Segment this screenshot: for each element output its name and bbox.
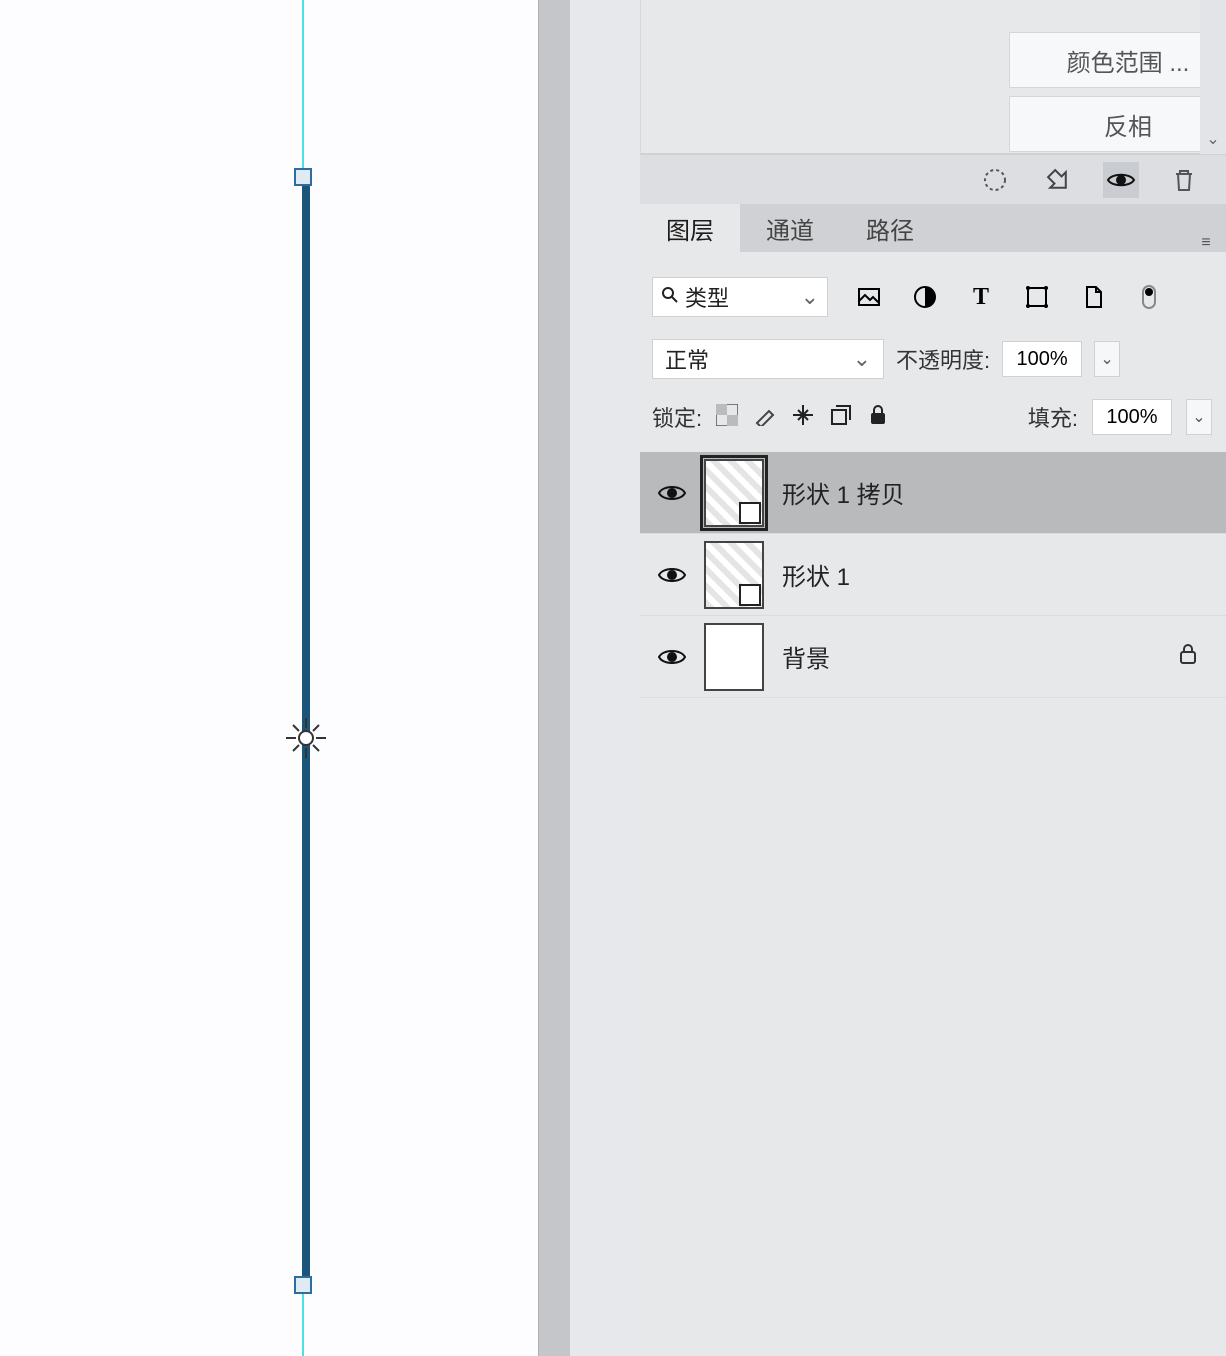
filter-toggle-icon[interactable] <box>1134 282 1164 312</box>
mask-panel: 颜色范围 ... 反相 ⌄ <box>640 0 1226 154</box>
filter-adjustment-icon[interactable] <box>910 282 940 312</box>
invert-button[interactable]: 反相 <box>1009 96 1226 152</box>
lock-label: 锁定: <box>652 401 702 433</box>
panel-tabs: 图层 通道 路径 ≡ <box>640 204 1226 252</box>
tab-channels[interactable]: 通道 <box>740 204 840 252</box>
layer-row[interactable]: 背景 <box>640 616 1226 698</box>
transform-handle-bottom[interactable] <box>294 1276 312 1294</box>
visibility-eye-icon[interactable] <box>658 643 686 671</box>
fill-dropdown-icon[interactable]: ⌄ <box>1186 399 1212 435</box>
transform-handle-top[interactable] <box>294 168 312 186</box>
tab-paths[interactable]: 路径 <box>840 204 940 252</box>
canvas-area[interactable] <box>0 0 538 1356</box>
filter-smart-icon[interactable] <box>1078 282 1108 312</box>
lock-pixels-icon[interactable] <box>754 404 776 431</box>
layer-row[interactable]: 形状 1 拷贝 <box>640 452 1226 534</box>
blend-mode-select[interactable]: 正常 ⌄ <box>652 339 884 379</box>
layer-thumbnail[interactable] <box>704 541 764 609</box>
lock-transparency-icon[interactable] <box>716 404 738 431</box>
lock-row: 锁定: 填充: 100% ⌄ <box>652 394 1212 440</box>
fill-value[interactable]: 100% <box>1092 399 1172 435</box>
panel-menu-icon[interactable]: ≡ <box>1186 234 1226 252</box>
lock-artboard-icon[interactable] <box>830 404 852 431</box>
canvas-gutter <box>538 0 570 1356</box>
layers-list: 形状 1 拷贝 形状 1 背景 <box>640 452 1226 698</box>
layer-type-filter[interactable]: 类型 ⌄ <box>652 277 828 317</box>
visibility-eye-icon[interactable] <box>658 561 686 589</box>
opacity-label: 不透明度: <box>896 343 990 375</box>
apply-mask-icon[interactable] <box>1040 162 1076 198</box>
filter-pixel-icon[interactable] <box>854 282 884 312</box>
lock-position-icon[interactable] <box>792 404 814 431</box>
layer-filter-row: 类型 ⌄ T <box>652 274 1212 320</box>
visibility-eye-icon[interactable] <box>1103 162 1139 198</box>
layer-name[interactable]: 背景 <box>782 639 830 674</box>
blend-mode-value: 正常 <box>665 343 709 375</box>
filter-label: 类型 <box>685 281 729 313</box>
lock-icon <box>1178 643 1198 670</box>
layer-name[interactable]: 形状 1 拷贝 <box>782 475 905 510</box>
trash-icon[interactable] <box>1166 162 1202 198</box>
selection-icon[interactable] <box>977 162 1013 198</box>
layer-thumbnail[interactable] <box>704 459 764 527</box>
filter-text-icon[interactable]: T <box>966 282 996 312</box>
chevron-down-icon: ⌄ <box>853 346 871 372</box>
lock-all-icon[interactable] <box>868 404 888 431</box>
transform-origin-icon[interactable] <box>284 716 328 760</box>
layer-thumbnail[interactable] <box>704 623 764 691</box>
filter-shape-icon[interactable] <box>1022 282 1052 312</box>
layers-panel: 类型 ⌄ T 正常 ⌄ 不透明度: 100% ⌄ 锁定: <box>640 252 1226 1356</box>
fill-label: 填充: <box>1028 401 1078 433</box>
chevron-down-icon[interactable]: ⌄ <box>1204 130 1222 148</box>
search-icon <box>661 284 679 310</box>
layer-row[interactable]: 形状 1 <box>640 534 1226 616</box>
panel-scrollbar[interactable]: ⌄ <box>1200 0 1226 154</box>
opacity-dropdown-icon[interactable]: ⌄ <box>1094 341 1120 377</box>
color-range-button[interactable]: 颜色范围 ... <box>1009 32 1226 88</box>
chevron-down-icon: ⌄ <box>801 284 819 310</box>
right-panels: 颜色范围 ... 反相 ⌄ 图层 通道 路径 ≡ 类型 ⌄ T <box>570 0 1226 1356</box>
layer-name[interactable]: 形状 1 <box>782 557 850 592</box>
opacity-value[interactable]: 100% <box>1002 341 1082 377</box>
mask-action-bar <box>640 154 1226 204</box>
tab-layers[interactable]: 图层 <box>640 204 740 252</box>
blend-row: 正常 ⌄ 不透明度: 100% ⌄ <box>652 336 1212 382</box>
visibility-eye-icon[interactable] <box>658 479 686 507</box>
